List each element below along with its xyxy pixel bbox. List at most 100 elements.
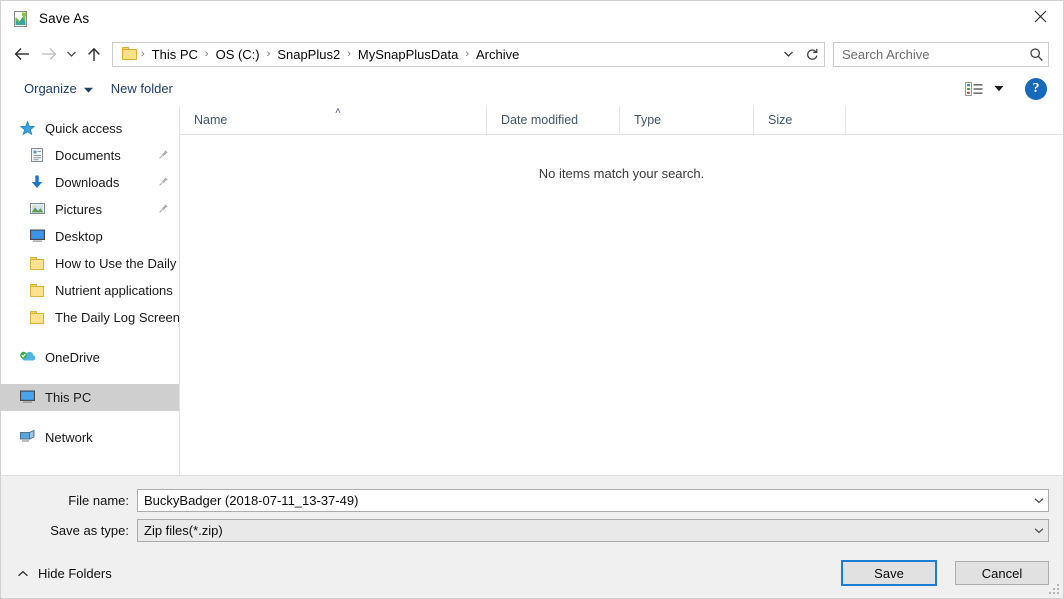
sidebar-item-downloads[interactable]: Downloads: [1, 169, 179, 196]
refresh-icon[interactable]: [800, 43, 824, 66]
sidebar-item-network[interactable]: Network: [1, 424, 179, 451]
sidebar-label-nutrient-applications: Nutrient applications: [55, 283, 173, 298]
column-header-name[interactable]: Name ˄: [180, 106, 487, 134]
chevron-down-icon[interactable]: [1029, 490, 1048, 511]
folder-icon: [122, 47, 138, 61]
sidebar-item-how-to-use-the-daily[interactable]: How to Use the Daily: [1, 250, 179, 277]
search-icon[interactable]: [1024, 47, 1048, 62]
save-as-type-value: Zip files(*.zip): [144, 522, 223, 538]
desktop-icon: [29, 228, 47, 245]
sidebar-item-nutrient-applications[interactable]: Nutrient applications: [1, 277, 179, 304]
dialog-body: Quick access Documents Downloads Picture…: [1, 105, 1063, 475]
address-bar: › This PC › OS (C:) › SnapPlus2 › MySnap…: [1, 36, 1063, 72]
forward-arrow-icon: [35, 41, 61, 67]
pictures-icon: [29, 201, 47, 218]
sidebar-item-the-daily-log-screen[interactable]: The Daily Log Screen: [1, 304, 179, 331]
sidebar-label-downloads: Downloads: [55, 175, 120, 190]
new-folder-label: New folder: [110, 81, 173, 96]
sidebar-group-divider: [1, 411, 179, 424]
hide-folders-button[interactable]: Hide Folders: [17, 566, 112, 581]
sidebar-item-desktop[interactable]: Desktop: [1, 223, 179, 250]
folder-icon: [29, 255, 47, 272]
star-icon: [19, 120, 37, 137]
breadcrumb-item-archive[interactable]: Archive: [470, 43, 525, 66]
this-pc-icon: [19, 389, 37, 406]
file-name-combobox[interactable]: [137, 488, 1049, 512]
chevron-down-icon: [83, 81, 93, 96]
search-input[interactable]: [834, 46, 1024, 62]
column-label-date-modified: Date modified: [501, 113, 579, 127]
breadcrumb[interactable]: › This PC › OS (C:) › SnapPlus2 › MySnap…: [112, 41, 825, 67]
breadcrumb-item-this-pc[interactable]: This PC: [146, 43, 204, 66]
column-header-date-modified[interactable]: Date modified: [487, 106, 620, 134]
organize-button[interactable]: Organize: [15, 77, 102, 100]
recent-locations-chevron-icon[interactable]: [61, 41, 81, 67]
snapplus-document-icon: [12, 10, 30, 28]
chevron-down-icon[interactable]: [1029, 520, 1048, 541]
sidebar-item-quick-access[interactable]: Quick access: [1, 115, 179, 142]
pin-icon[interactable]: [158, 149, 169, 163]
column-header-type[interactable]: Type: [620, 106, 754, 134]
empty-state-message: No items match your search.: [538, 166, 705, 181]
sidebar-item-onedrive[interactable]: OneDrive: [1, 344, 179, 371]
sidebar-label-pictures: Pictures: [55, 202, 102, 217]
view-layout-icon[interactable]: [959, 77, 989, 101]
chevron-up-icon: [17, 566, 29, 581]
breadcrumb-item-snapplus2[interactable]: SnapPlus2: [271, 43, 346, 66]
command-toolbar: Organize New folder ?: [1, 72, 1063, 105]
hide-folders-label: Hide Folders: [38, 565, 112, 581]
documents-icon: [29, 147, 47, 164]
network-icon: [19, 429, 37, 446]
sidebar-item-this-pc[interactable]: This PC: [1, 384, 179, 411]
breadcrumb-item-mysnapplusdata[interactable]: MySnapPlusData: [352, 43, 464, 66]
downloads-icon: [29, 174, 47, 191]
sidebar-item-pictures[interactable]: Pictures: [1, 196, 179, 223]
onedrive-icon: [19, 349, 37, 366]
window-title: Save As: [39, 11, 90, 26]
pin-icon[interactable]: [158, 176, 169, 190]
sort-ascending-icon: ˄: [335, 106, 341, 117]
column-label-name: Name: [194, 113, 228, 127]
new-folder-button[interactable]: New folder: [102, 77, 182, 100]
save-as-type-row: Save as type: Zip files(*.zip): [1, 518, 1063, 542]
sidebar-label-network: Network: [45, 430, 93, 445]
sidebar-group-divider: [1, 331, 179, 344]
column-header-size[interactable]: Size: [754, 106, 846, 134]
view-dropdown-icon[interactable]: [989, 77, 1009, 101]
column-label-size: Size: [768, 113, 793, 127]
dialog-footer: Hide Folders Save Cancel: [1, 548, 1063, 598]
file-name-input[interactable]: [138, 488, 1029, 512]
save-as-type-combobox[interactable]: Zip files(*.zip): [137, 518, 1049, 542]
search-box[interactable]: [833, 41, 1049, 67]
sidebar-item-documents[interactable]: Documents: [1, 142, 179, 169]
column-header-filler: [846, 106, 1063, 134]
organize-label: Organize: [24, 81, 77, 96]
back-arrow-icon[interactable]: [9, 41, 35, 67]
file-name-label: File name:: [68, 492, 129, 508]
breadcrumb-dropdown-icon[interactable]: [776, 43, 800, 66]
file-list-pane: Name ˄ Date modified Type Size No items …: [180, 106, 1063, 475]
sidebar-label-quick-access: Quick access: [45, 121, 123, 136]
help-button[interactable]: ?: [1025, 77, 1047, 100]
cancel-button[interactable]: Cancel: [955, 561, 1049, 585]
save-form: File name: Save as type: Zip files(*.zip…: [1, 475, 1063, 548]
up-arrow-icon[interactable]: [81, 41, 107, 67]
column-header-row: Name ˄ Date modified Type Size: [180, 106, 1063, 135]
navigation-sidebar: Quick access Documents Downloads Picture…: [1, 106, 180, 475]
sidebar-label-documents: Documents: [55, 148, 121, 163]
sidebar-label-onedrive: OneDrive: [45, 350, 100, 365]
save-as-type-label: Save as type:: [50, 522, 129, 538]
save-button[interactable]: Save: [841, 560, 937, 586]
sidebar-label-how-to-use-the-daily: How to Use the Daily: [55, 256, 177, 271]
breadcrumb-item-os-c[interactable]: OS (C:): [210, 43, 266, 66]
title-bar: Save As: [1, 1, 1063, 36]
file-name-row: File name:: [1, 488, 1063, 512]
resize-grip-icon[interactable]: [1049, 584, 1060, 595]
pin-icon[interactable]: [158, 203, 169, 217]
close-button[interactable]: [1017, 1, 1063, 32]
save-as-dialog: Save As › This PC › OS (C:) › SnapPlus2 …: [0, 0, 1064, 599]
sidebar-label-this-pc: This PC: [45, 390, 92, 405]
column-label-type: Type: [634, 113, 662, 127]
folder-icon: [29, 282, 47, 299]
sidebar-label-the-daily-log-screen: The Daily Log Screen: [55, 310, 179, 325]
